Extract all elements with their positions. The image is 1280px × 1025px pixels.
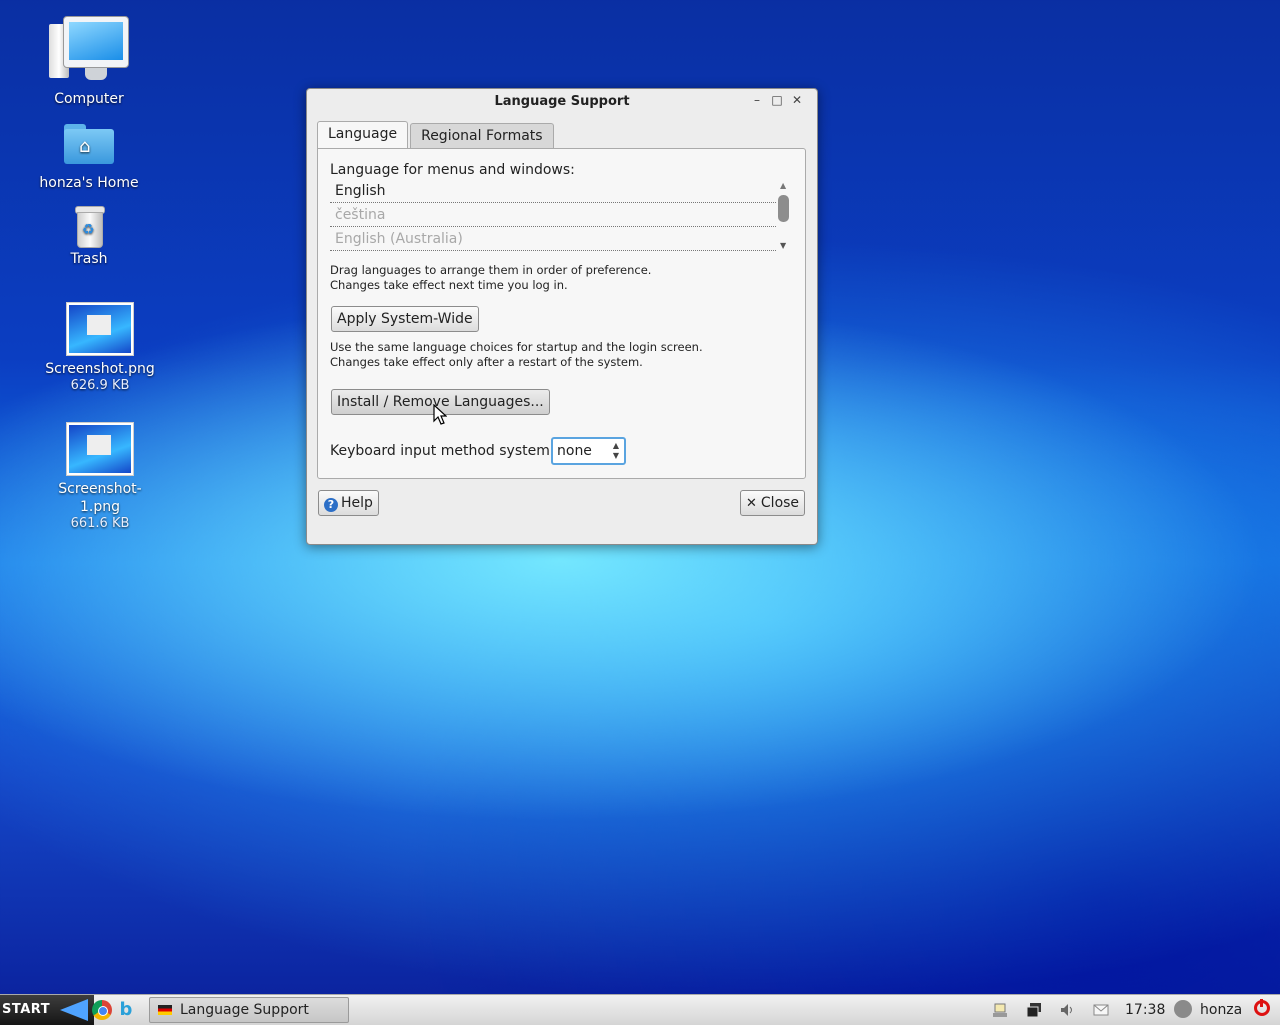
volume-icon[interactable] — [1059, 1002, 1075, 1018]
network-icon[interactable] — [992, 1002, 1008, 1018]
close-icon: ✕ — [746, 496, 757, 511]
file-size: 661.6 KB — [70, 516, 130, 531]
keyboard-input-method-value: none — [557, 443, 592, 459]
drag-hint-line: Changes take effect next time you log in… — [330, 278, 568, 292]
user-menu[interactable]: honza — [1174, 995, 1242, 1025]
power-icon[interactable] — [1254, 999, 1270, 1016]
tab-regional-formats[interactable]: Regional Formats — [410, 123, 554, 148]
language-list-scrollbar[interactable]: ▲ ▼ — [777, 181, 791, 251]
taskbar-window-label: Language Support — [180, 1002, 309, 1018]
list-item[interactable]: English (Australia) — [330, 227, 776, 251]
apply-hint-line: Use the same language choices for startu… — [330, 340, 703, 354]
start-label: START — [2, 1002, 51, 1017]
close-icon[interactable]: ✕ — [791, 93, 803, 107]
home-folder-icon: ⌂ — [64, 124, 114, 164]
start-button[interactable]: START — [0, 995, 94, 1025]
list-item[interactable]: čeština — [330, 203, 776, 227]
language-flag-icon — [158, 1005, 172, 1015]
desktop-icon-screenshot-1[interactable]: Screenshot-1.png 661.6 KB — [40, 422, 160, 531]
tab-bar: Language Regional Formats — [317, 121, 556, 148]
windows-icon[interactable] — [1026, 1002, 1042, 1018]
desktop-icon-label: honza's Home — [39, 175, 139, 191]
desktop-icon-label: Computer — [54, 91, 124, 107]
chrome-icon[interactable] — [92, 1000, 112, 1020]
help-icon: ? — [324, 498, 338, 512]
apply-hint: Use the same language choices for startu… — [330, 340, 703, 370]
image-thumbnail-icon — [66, 302, 134, 356]
menus-language-label: Language for menus and windows: — [330, 162, 575, 178]
desktop-icon-home[interactable]: ⌂ honza's Home — [29, 124, 149, 192]
desktop-icon-screenshot[interactable]: Screenshot.png 626.9 KB — [40, 302, 160, 393]
drag-hint-line: Drag languages to arrange them in order … — [330, 263, 652, 277]
desktop-icon-trash[interactable]: ♻ Trash — [29, 206, 149, 268]
mail-icon[interactable] — [1093, 1002, 1109, 1018]
start-arrow-icon — [60, 999, 88, 1021]
computer-icon — [49, 16, 129, 86]
taskbar: START b Language Support 17:38 honza — [0, 994, 1280, 1025]
clock[interactable]: 17:38 — [1125, 995, 1165, 1025]
avatar — [1174, 1000, 1192, 1018]
bing-icon[interactable]: b — [116, 1000, 136, 1020]
close-button[interactable]: ✕ Close — [740, 490, 806, 516]
file-size: 626.9 KB — [70, 378, 130, 393]
user-name: honza — [1200, 1002, 1243, 1018]
list-item[interactable]: English — [330, 179, 776, 203]
minimize-icon[interactable]: – — [751, 93, 763, 107]
desktop-icon-label: Screenshot-1.png — [58, 481, 142, 515]
language-list[interactable]: English čeština English (Australia) — [330, 179, 776, 251]
taskbar-window-language-support[interactable]: Language Support — [149, 997, 349, 1023]
language-support-dialog: Language Support – □ ✕ Language Regional… — [306, 88, 818, 545]
tab-language[interactable]: Language — [317, 121, 409, 148]
desktop-icon-computer[interactable]: Computer — [29, 16, 149, 108]
image-thumbnail-icon — [66, 422, 134, 476]
help-button[interactable]: ? Help — [318, 490, 379, 516]
apply-hint-line: Changes take effect only after a restart… — [330, 355, 643, 369]
scroll-up-icon[interactable]: ▲ — [780, 181, 786, 190]
desktop-icon-label: Trash — [70, 251, 108, 267]
apply-system-wide-button[interactable]: Apply System-Wide — [331, 306, 479, 332]
keyboard-input-method-select[interactable]: none ▲ ▼ — [551, 437, 626, 465]
dialog-title: Language Support — [494, 94, 630, 109]
drag-hint: Drag languages to arrange them in order … — [330, 263, 651, 293]
help-button-label: Help — [341, 495, 373, 511]
maximize-icon[interactable]: □ — [771, 93, 783, 107]
spin-arrows-icon[interactable]: ▲ ▼ — [613, 441, 619, 461]
keyboard-input-method-label: Keyboard input method system: — [330, 443, 555, 459]
trash-icon: ♻ — [73, 206, 105, 248]
language-tab-panel: Language for menus and windows: English … — [317, 148, 806, 479]
close-button-label: Close — [760, 495, 800, 511]
desktop-icon-label: Screenshot.png — [45, 361, 155, 377]
title-bar[interactable]: Language Support – □ ✕ — [307, 89, 817, 115]
scroll-down-icon[interactable]: ▼ — [780, 241, 786, 250]
scrollbar-thumb[interactable] — [778, 195, 789, 222]
